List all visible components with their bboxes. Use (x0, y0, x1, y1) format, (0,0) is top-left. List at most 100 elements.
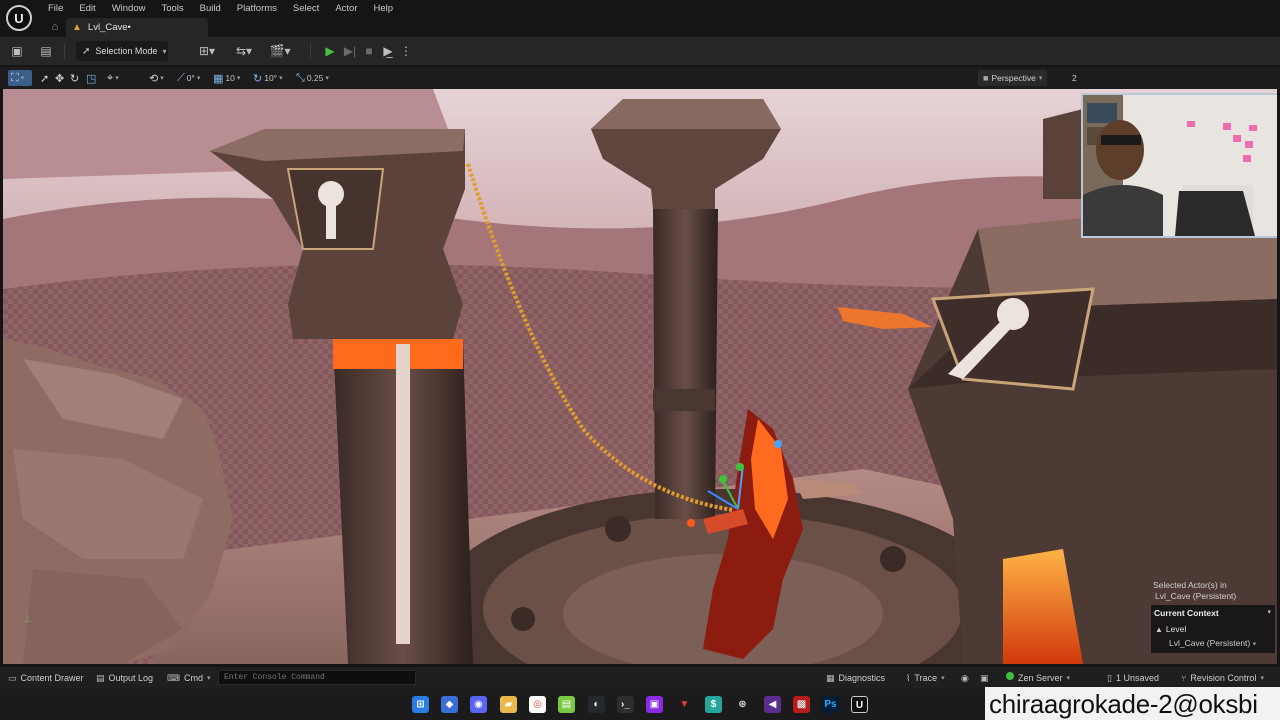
angle-snap-toggle[interactable]: ↻ 10° ▾ (253, 71, 283, 85)
menu-platforms[interactable]: Platforms (229, 3, 285, 14)
console-command-input[interactable] (218, 670, 416, 685)
output-log-button[interactable]: ▤ Output Log (96, 671, 153, 685)
chrome-icon[interactable]: ◎ (529, 696, 546, 713)
save-icon[interactable]: ▣ (9, 43, 25, 59)
selected-actor-line1: Selected Actor(s) in (1153, 580, 1227, 590)
log-icon: ▤ (96, 672, 105, 683)
level-icon: ▲ (72, 22, 82, 33)
rotation-snap-value: 0° (186, 73, 195, 83)
cinematics-icon[interactable]: 🎬▾ (268, 43, 292, 59)
coordinate-space-icon[interactable]: ⌖ ▾ (107, 71, 119, 85)
home-icon[interactable]: ⌂ (48, 20, 62, 34)
webcam-overlay (1081, 93, 1277, 238)
output-log-label: Output Log (108, 673, 154, 683)
notepad-icon[interactable]: ▤ (558, 696, 575, 713)
menu-bar: U File Edit Window Tools Build Platforms… (0, 0, 1280, 31)
unreal-taskbar-icon[interactable]: U (851, 696, 868, 713)
app-icon-6[interactable]: ▩ (793, 696, 810, 713)
step-icon[interactable]: ▶| (342, 43, 358, 59)
level-tab[interactable]: ▲ Lvl_Cave• (66, 18, 208, 37)
discord-icon[interactable]: ◉ (470, 696, 487, 713)
cursor-icon: ➚ (82, 45, 91, 57)
menu-tools[interactable]: Tools (153, 3, 191, 14)
select-icon[interactable]: ➚ (40, 71, 49, 85)
chevron-down-icon: ▾ (941, 675, 945, 682)
zen-server-dropdown[interactable]: Zen Server ▾ (1018, 671, 1070, 685)
menu-edit[interactable]: Edit (71, 3, 103, 14)
diagnostics-label: Diagnostics (838, 673, 886, 683)
drawer-icon: ▭ (8, 672, 17, 683)
translate-icon[interactable]: ✥ (55, 71, 64, 85)
menu-build[interactable]: Build (192, 3, 229, 14)
app-icon-4[interactable]: $ (705, 696, 722, 713)
rotation-snap-toggle[interactable]: ⟋ 0° ▾ (177, 71, 200, 85)
selected-actor-line2: Lvl_Cave (Persistent) (1155, 591, 1237, 601)
webcam-image (1083, 95, 1277, 236)
folder-icon[interactable]: ▰ (500, 696, 517, 713)
chevron-down-icon[interactable]: ▾ (1267, 608, 1271, 616)
app-icon-3[interactable]: ▼ (676, 696, 693, 713)
surface-snap-icon[interactable]: ⟲ ▾ (149, 71, 164, 85)
screenshot-icon[interactable]: ▣ (980, 671, 989, 685)
scale-snap-toggle[interactable]: ⤡ 0.25 ▾ (296, 71, 329, 85)
menu-window[interactable]: Window (104, 3, 154, 14)
github-icon[interactable]: ◐ (588, 696, 605, 713)
terminal-icon[interactable]: ›_ (617, 696, 634, 713)
visual-studio-icon[interactable]: ◀ (764, 696, 781, 713)
more-options-icon[interactable]: ⋮ (398, 43, 414, 59)
context-level-value: Lvl_Cave (Persistent) (1169, 638, 1251, 648)
unsaved-button[interactable]: ▯ 1 Unsaved (1107, 671, 1159, 685)
selection-mode-dropdown[interactable]: ➚ Selection Mode ▾ (76, 41, 168, 61)
scale-icon[interactable]: ◳ (86, 71, 96, 85)
photoshop-icon[interactable]: Ps (822, 696, 839, 713)
add-actor-icon[interactable]: ⊞▾ (195, 43, 219, 59)
toolbar-divider (64, 43, 65, 59)
current-context-title: Current Context (1154, 608, 1219, 618)
unreal-logo-icon[interactable]: U (6, 5, 32, 31)
menu-actor[interactable]: Actor (327, 3, 365, 14)
chevron-down-icon: ▾ (1252, 641, 1257, 648)
viewport-options-icon[interactable]: ⛶ ▾ (11, 71, 24, 85)
record-icon[interactable]: ◉ (961, 671, 969, 685)
axis-indicator-icon: ⊥ (23, 614, 32, 625)
chevron-down-icon: ▾ (1260, 675, 1264, 682)
chevron-down-icon: ▾ (1038, 75, 1043, 82)
diagnostics-button[interactable]: ▦ Diagnostics (826, 671, 885, 685)
start-icon[interactable]: ⊞ (412, 696, 429, 713)
menu-file[interactable]: File (40, 3, 71, 14)
app-icon-2[interactable]: ▣ (646, 696, 663, 713)
launch-icon[interactable]: ▶̲ (380, 43, 396, 59)
cmd-dropdown[interactable]: ⌨ Cmd ▾ (167, 671, 211, 685)
content-browser-icon[interactable]: ▤ (38, 43, 54, 59)
stop-icon[interactable]: ■ (361, 43, 377, 59)
watermark-text: chiraagrokade-2@oksbi (985, 687, 1280, 720)
trace-dropdown[interactable]: ⌇ Trace ▾ (906, 671, 945, 685)
context-level-label: Level (1165, 624, 1187, 634)
grid-snap-toggle[interactable]: ▦ 10 ▾ (213, 71, 240, 85)
toolbar-divider (310, 43, 311, 59)
app-icon-5[interactable]: ⊛ (734, 696, 751, 713)
blueprint-icon[interactable]: ⇆▾ (232, 43, 256, 59)
menu-help[interactable]: Help (366, 3, 402, 14)
camera-icon: ■ (983, 73, 989, 83)
level-viewport[interactable]: Selected Actor(s) in Lvl_Cave (Persisten… (3, 89, 1277, 664)
trace-label: Trace (914, 673, 938, 683)
content-drawer-button[interactable]: ▭ Content Drawer (8, 671, 84, 685)
level-tab-label: Lvl_Cave• (87, 22, 131, 33)
revision-control-dropdown[interactable]: ⑂ Revision Control ▾ (1181, 671, 1264, 685)
app-icon-1[interactable]: ◆ (441, 696, 458, 713)
viewport-layout-count: 2 (1072, 73, 1077, 83)
perspective-label: Perspective (991, 73, 1036, 83)
selection-mode-label: Selection Mode (95, 46, 158, 56)
status-bar: ▭Content Drawer ▤Output Log ⌨Cmd▾ ▦Diagn… (0, 667, 1280, 689)
rotate-icon[interactable]: ↻ (70, 71, 79, 85)
cmd-label: Cmd (184, 673, 204, 683)
menu-select[interactable]: Select (285, 3, 327, 14)
play-icon[interactable]: ▶ (322, 43, 338, 59)
perspective-dropdown[interactable]: ■ Perspective ▾ (978, 70, 1048, 86)
angle-snap-value: 10° (264, 73, 278, 83)
menu-items: File Edit Window Tools Build Platforms S… (40, 0, 401, 17)
chevron-down-icon: ▾ (207, 675, 211, 682)
grid-snap-value: 10 (225, 73, 235, 83)
context-level-dropdown[interactable]: Lvl_Cave (Persistent) ▾ (1169, 638, 1256, 648)
